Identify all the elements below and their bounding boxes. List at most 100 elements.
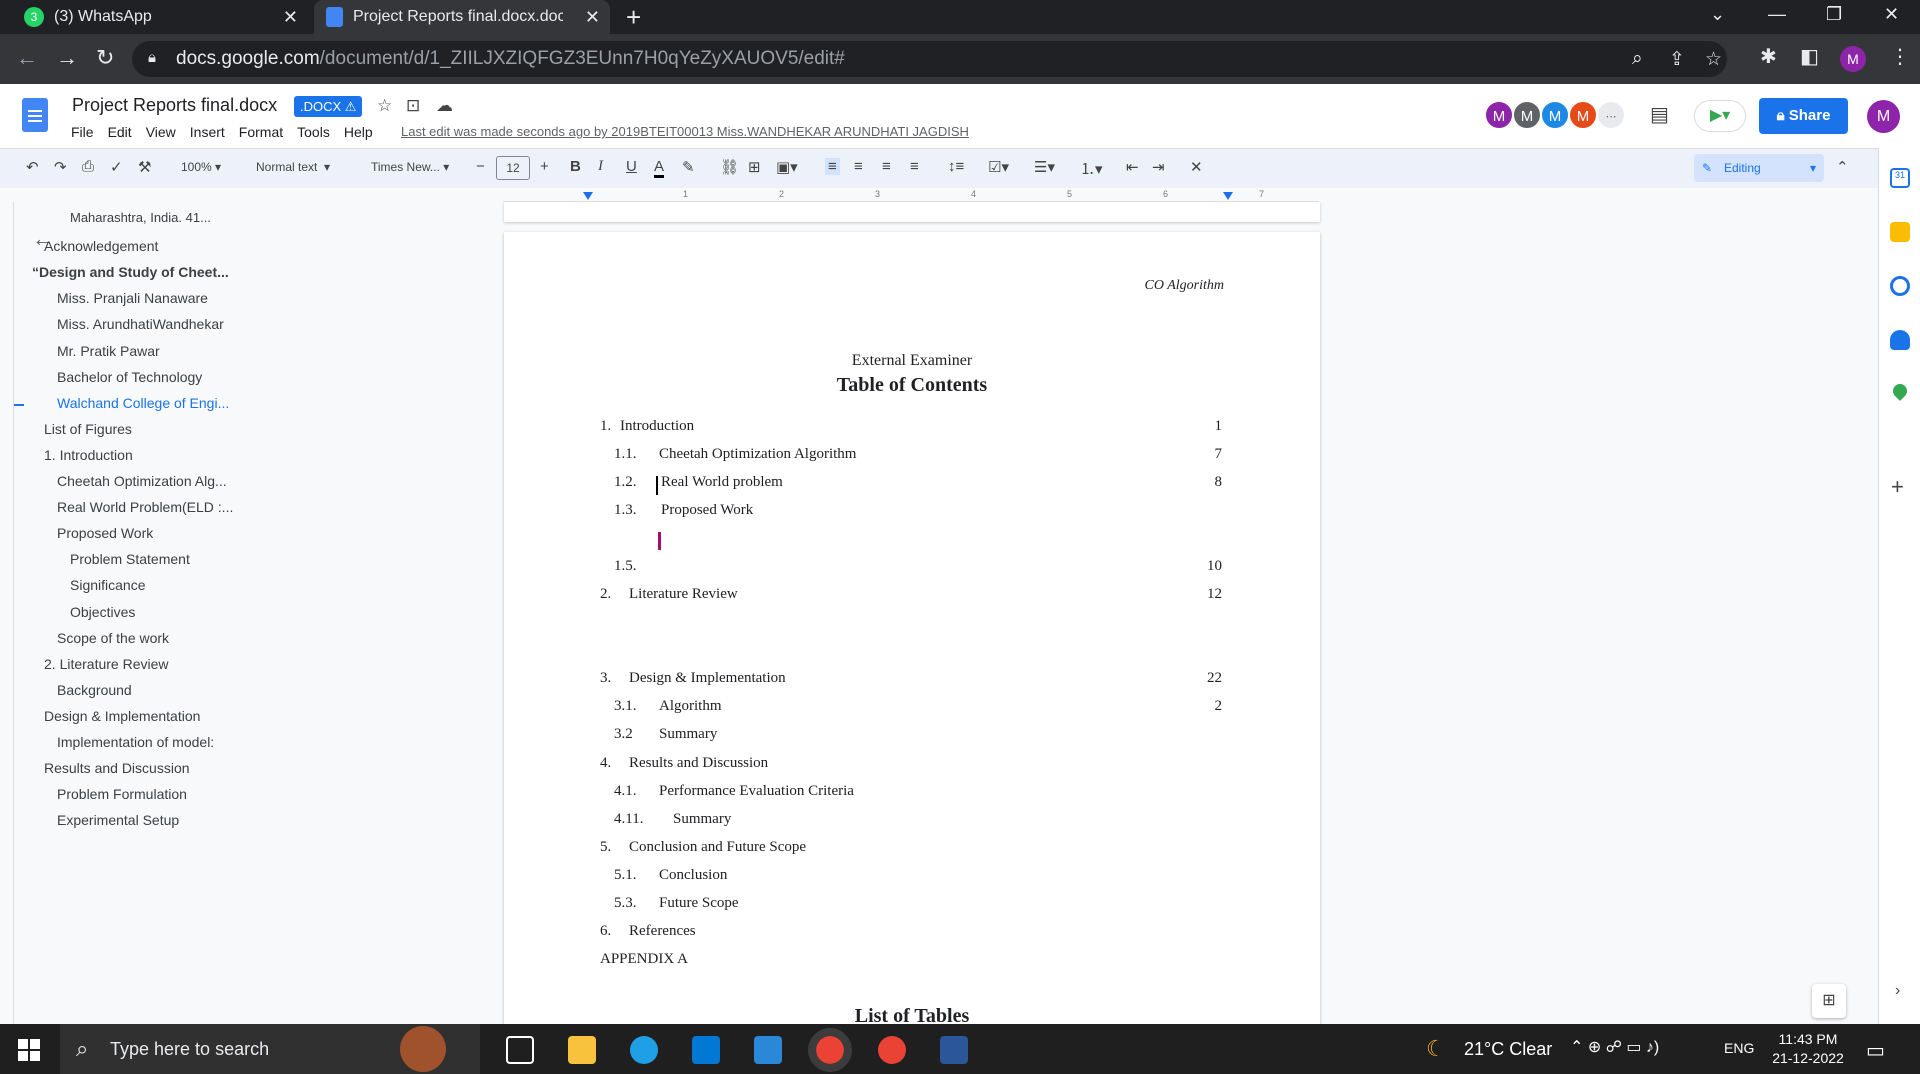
outline-item[interactable]: Miss. Pranjali Nanaware xyxy=(57,290,208,306)
forward-icon[interactable]: → xyxy=(56,45,78,71)
word-icon[interactable] xyxy=(940,1036,968,1064)
back-icon[interactable]: ← xyxy=(16,45,38,71)
menu-file[interactable]: File xyxy=(71,124,94,140)
toc-entry-number[interactable]: 5.3. xyxy=(614,895,637,912)
highlight-icon[interactable]: ✎ xyxy=(682,158,695,176)
outline-item[interactable]: Bachelor of Technology xyxy=(57,369,202,385)
undo-icon[interactable]: ↶ xyxy=(26,158,39,176)
zoom-icon[interactable]: ⌕ xyxy=(1632,48,1643,70)
weather-text[interactable]: 21°C Clear xyxy=(1464,1039,1552,1060)
align-right-icon[interactable]: ≡ xyxy=(882,158,891,175)
toc-entry-title[interactable]: Cheetah Optimization Algorithm xyxy=(659,446,856,463)
calendar-icon[interactable]: 31 xyxy=(1890,168,1910,188)
outline-item[interactable]: Design & Implementation xyxy=(44,708,200,724)
store-icon[interactable] xyxy=(692,1036,720,1064)
menu-format[interactable]: Format xyxy=(239,124,283,140)
toc-entry-page[interactable]: 10 xyxy=(1207,558,1222,575)
outline-item[interactable]: Cheetah Optimization Alg... xyxy=(57,473,227,489)
increase-font-size-icon[interactable]: + xyxy=(540,158,549,175)
keep-icon[interactable] xyxy=(1890,222,1910,242)
decrease-indent-icon[interactable]: ⇤ xyxy=(1126,158,1139,176)
insert-image-icon[interactable]: ▣▾ xyxy=(776,158,798,176)
share-button[interactable]: 🔒︎ Share xyxy=(1759,98,1848,134)
task-view-icon[interactable] xyxy=(506,1036,534,1064)
docx-badge[interactable]: .DOCX ⚠ xyxy=(294,96,363,117)
tray-icons[interactable]: ⌃ ⊕ ☍ ▭ ♪) xyxy=(1570,1037,1659,1057)
reload-icon[interactable]: ↻ xyxy=(96,45,114,71)
browser-menu-icon[interactable]: ⋮ xyxy=(1890,44,1910,69)
zoom-select[interactable]: 100% ▾ xyxy=(181,160,221,174)
file-explorer-icon[interactable] xyxy=(568,1036,596,1064)
tab-project-reports[interactable]: Project Reports final.docx.docx - ✕ xyxy=(314,0,610,34)
document-page[interactable]: CO Algorithm External Examiner Table of … xyxy=(504,232,1320,1024)
meet-icon[interactable]: ▶▾ xyxy=(1694,100,1746,132)
toc-entry-number[interactable]: 2. xyxy=(600,586,611,603)
language-indicator[interactable]: ENG xyxy=(1724,1040,1754,1056)
restore-button[interactable]: ❐ xyxy=(1826,4,1842,25)
outline-item[interactable]: 2. Literature Review xyxy=(44,656,169,672)
style-select[interactable]: Normal text ▾ xyxy=(256,160,330,174)
toc-entry-title[interactable]: APPENDIX A xyxy=(600,951,688,968)
chrome-icon[interactable] xyxy=(808,1028,852,1072)
last-edit-link[interactable]: Last edit was made seconds ago by 2019BT… xyxy=(401,124,969,139)
left-indent-marker[interactable] xyxy=(583,192,593,200)
outline-item[interactable]: Significance xyxy=(70,577,146,593)
close-window-button[interactable]: ✕ xyxy=(1884,4,1899,25)
external-examiner-text[interactable]: External Examiner xyxy=(504,352,1320,370)
spellcheck-icon[interactable]: ✓ xyxy=(110,158,123,176)
collaborator-avatar[interactable]: M xyxy=(1568,100,1598,130)
toc-entry-page[interactable]: 2 xyxy=(1215,698,1223,715)
toc-entry-number[interactable]: 1.1. xyxy=(614,446,637,463)
toc-entry-number[interactable]: 6. xyxy=(600,923,611,940)
toc-entry-page[interactable]: 1 xyxy=(1215,418,1223,435)
bookmark-star-icon[interactable]: ☆ xyxy=(1705,48,1722,71)
toc-entry-title[interactable]: Proposed Work xyxy=(661,502,753,519)
search-highlight-image[interactable] xyxy=(400,1026,446,1072)
maps-icon[interactable] xyxy=(1890,381,1910,401)
text-color-icon[interactable]: A xyxy=(654,158,665,178)
menu-view[interactable]: View xyxy=(146,124,176,140)
profile-avatar[interactable]: M xyxy=(1840,46,1866,72)
toc-entry-title[interactable]: Results and Discussion xyxy=(629,755,768,772)
tasks-icon[interactable] xyxy=(1890,276,1910,296)
numbered-list-icon[interactable]: ⒈▾ xyxy=(1080,158,1103,179)
toc-entry-number[interactable]: 4.1. xyxy=(614,783,637,800)
outline-item[interactable]: Proposed Work xyxy=(57,525,153,541)
edge-icon[interactable] xyxy=(630,1036,658,1064)
toc-entry-title[interactable]: Introduction xyxy=(620,418,694,435)
print-icon[interactable]: ⎙ xyxy=(82,158,94,175)
outline-item[interactable]: Problem Formulation xyxy=(57,786,187,802)
toc-entry-number[interactable]: 1.3. xyxy=(614,502,637,519)
toc-entry-number[interactable]: 1.2. xyxy=(614,474,637,491)
align-left-icon[interactable]: ≡ xyxy=(825,158,840,175)
toc-title[interactable]: Table of Contents xyxy=(504,374,1320,397)
toc-entry-title[interactable]: Conclusion and Future Scope xyxy=(629,839,806,856)
toc-entry-number[interactable]: 5. xyxy=(600,839,611,856)
font-size-input[interactable]: 12 xyxy=(496,156,530,180)
add-comment-button[interactable]: ⊞ xyxy=(1812,984,1846,1018)
outline-item[interactable]: Experimental Setup xyxy=(57,812,179,828)
menu-edit[interactable]: Edit xyxy=(108,124,132,140)
mail-icon[interactable] xyxy=(754,1036,782,1064)
bulleted-list-icon[interactable]: ☰▾ xyxy=(1034,158,1055,176)
outline-item[interactable]: Background xyxy=(57,682,132,698)
toc-entry-number[interactable]: 4.11. xyxy=(614,811,643,828)
clear-formatting-icon[interactable]: ✕ xyxy=(1190,158,1203,176)
toc-entry-title[interactable]: Design & Implementation xyxy=(629,670,786,687)
justify-icon[interactable]: ≡ xyxy=(910,158,919,175)
outline-item[interactable]: Maharashtra, India. 41... xyxy=(70,210,211,225)
toc-entry-number[interactable]: 1.5. xyxy=(614,558,637,575)
toc-entry-title[interactable]: References xyxy=(629,923,696,940)
tab-search-icon[interactable]: ⌄ xyxy=(1710,4,1725,25)
toc-entry-page[interactable]: 12 xyxy=(1207,586,1222,603)
add-comment-icon[interactable]: ⊞ xyxy=(748,158,761,176)
toc-entry-number[interactable]: 3.1. xyxy=(614,698,637,715)
share-page-icon[interactable]: ⇪ xyxy=(1669,48,1685,71)
move-folder-icon[interactable]: ⊡ xyxy=(406,96,420,116)
tab-whatsapp[interactable]: 3 (3) WhatsApp ✕ xyxy=(12,0,308,34)
outline-item[interactable]: List of Figures xyxy=(44,421,132,437)
docs-home-icon[interactable] xyxy=(22,98,48,132)
address-bar[interactable]: 🔒︎ docs.google.com/document/d/1_ZIILJXZI… xyxy=(132,41,1727,77)
outline-item[interactable]: Implementation of model: xyxy=(57,734,214,750)
page-header[interactable]: CO Algorithm xyxy=(1145,278,1224,294)
